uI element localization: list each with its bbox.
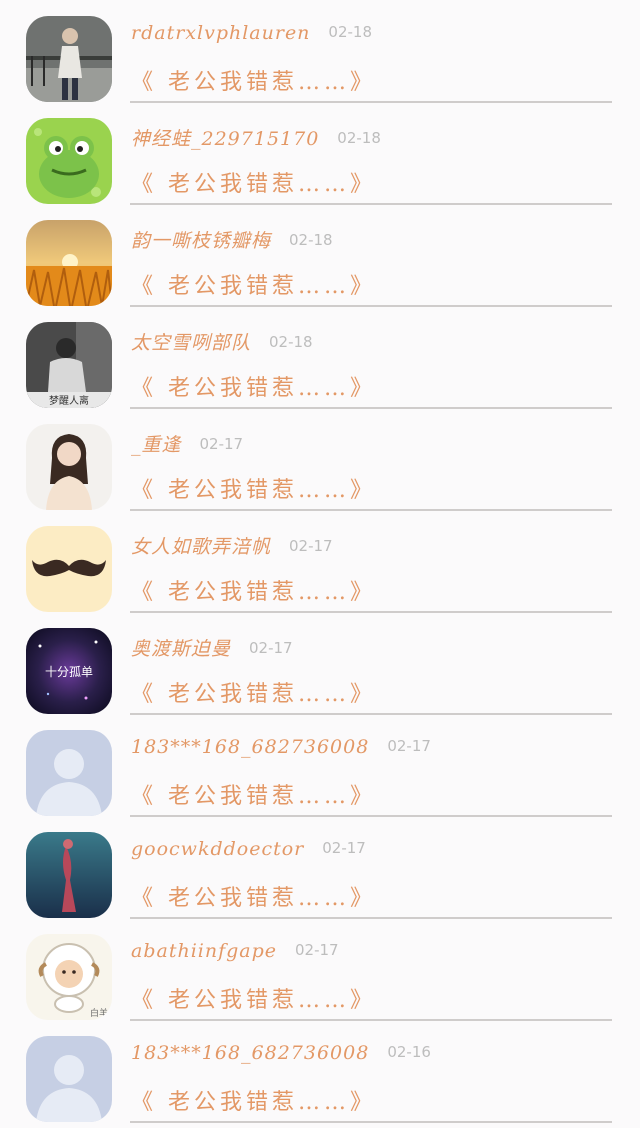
sender-name: 神经蛙_229715170 02-18 (131, 124, 381, 151)
avatar[interactable] (26, 832, 112, 918)
avatar[interactable] (26, 526, 112, 612)
mustache-icon (26, 526, 112, 612)
message-preview: 《 老公我错惹……》 (131, 376, 376, 401)
avatar[interactable] (26, 424, 112, 510)
list-item[interactable]: 女人如歌弄涪帆 02-17 《 老公我错惹……》 (0, 510, 640, 613)
sender-name-text: _重逢 (131, 434, 182, 456)
message-date: 02-16 (387, 1043, 431, 1061)
message-date: 02-17 (199, 435, 244, 453)
message-preview: 《 老公我错惹……》 (131, 988, 376, 1013)
list-item[interactable]: 183***168_682736008 02-16 《 老公我错惹……》 (0, 1020, 640, 1123)
sender-name: goocwkddoector 02-17 (131, 838, 366, 860)
sender-name: rdatrxlvphlauren 02-18 (131, 22, 372, 44)
girl-photo-icon (26, 424, 112, 510)
avatar-caption: 十分孤单 (45, 665, 93, 679)
message-date: 02-17 (387, 737, 431, 755)
sender-name: 183***168_682736008 02-17 (131, 736, 431, 758)
sender-name-text: 183***168_682736008 (131, 736, 370, 758)
galaxy-icon: 十分孤单 (26, 628, 112, 714)
list-item[interactable]: 183***168_682736008 02-17 《 老公我错惹……》 (0, 714, 640, 817)
sender-name: _重逢 02-17 (131, 430, 243, 457)
list-item[interactable]: 韵一嘶枝锈瓣梅 02-18 《 老公我错惹……》 (0, 204, 640, 307)
message-preview: 《 老公我错惹……》 (131, 784, 376, 809)
list-item[interactable]: rdatrxlvphlauren 02-18 《 老公我错惹……》 (0, 0, 640, 103)
message-preview: 《 老公我错惹……》 (131, 70, 376, 95)
message-preview: 《 老公我错惹……》 (131, 274, 376, 299)
avatar[interactable] (26, 730, 112, 816)
sender-name: 女人如歌弄涪帆 02-17 (131, 532, 333, 559)
message-date: 02-17 (289, 537, 333, 555)
message-preview: 《 老公我错惹……》 (131, 478, 376, 503)
avatar[interactable]: 十分孤单 (26, 628, 112, 714)
sender-name-text: 韵一嘶枝锈瓣梅 (131, 230, 272, 252)
message-preview: 《 老公我错惹……》 (131, 886, 376, 911)
avatar[interactable] (26, 118, 112, 204)
avatar[interactable]: 白羊 (26, 934, 112, 1020)
frog-icon (26, 118, 112, 204)
avatar-caption: 梦醒人离 (49, 394, 89, 407)
avatar-caption: 白羊 (90, 1007, 108, 1019)
message-date: 02-17 (322, 839, 366, 857)
sender-name-text: goocwkddoector (131, 838, 305, 860)
sender-name-text: abathiinfgape (131, 940, 278, 962)
list-item[interactable]: 梦醒人离 太空雪咧部队 02-18 《 老公我错惹……》 (0, 306, 640, 409)
sender-name-text: rdatrxlvphlauren (131, 22, 311, 44)
sender-name-text: 神经蛙_229715170 (131, 128, 320, 150)
message-date: 02-17 (249, 639, 293, 657)
avatar[interactable]: 梦醒人离 (26, 322, 112, 408)
message-preview: 《 老公我错惹……》 (131, 682, 376, 707)
default-user-icon (26, 730, 112, 816)
divider (130, 1121, 612, 1123)
sender-name: 183***168_682736008 02-16 (131, 1042, 431, 1064)
list-item[interactable]: 神经蛙_229715170 02-18 《 老公我错惹……》 (0, 102, 640, 205)
person-photo-icon (26, 16, 112, 102)
message-preview: 《 老公我错惹……》 (131, 580, 376, 605)
sunset-icon (26, 220, 112, 306)
avatar[interactable] (26, 220, 112, 306)
sender-name: 奥渡斯迫曼 02-17 (131, 634, 293, 661)
message-date: 02-18 (269, 333, 313, 351)
message-date: 02-18 (289, 231, 333, 249)
message-date: 02-18 (337, 129, 381, 147)
person-dark-icon: 梦醒人离 (26, 322, 112, 408)
sender-name: abathiinfgape 02-17 (131, 940, 339, 962)
list-item[interactable]: 白羊 abathiinfgape 02-17 《 老公我错惹……》 (0, 918, 640, 1021)
underwater-icon (26, 832, 112, 918)
list-item[interactable]: _重逢 02-17 《 老公我错惹……》 (0, 408, 640, 511)
message-preview: 《 老公我错惹……》 (131, 1090, 376, 1115)
avatar[interactable] (26, 1036, 112, 1122)
message-date: 02-17 (295, 941, 339, 959)
sender-name: 韵一嘶枝锈瓣梅 02-18 (131, 226, 333, 253)
sender-name: 太空雪咧部队 02-18 (131, 328, 313, 355)
message-list: rdatrxlvphlauren 02-18 《 老公我错惹……》 神经蛙_229… (0, 0, 640, 1128)
avatar[interactable] (26, 16, 112, 102)
sender-name-text: 奥渡斯迫曼 (131, 638, 232, 660)
message-date: 02-18 (328, 23, 373, 41)
default-user-icon (26, 1036, 112, 1122)
list-item[interactable]: 十分孤单 奥渡斯迫曼 02-17 《 老公我错惹……》 (0, 612, 640, 715)
message-preview: 《 老公我错惹……》 (131, 172, 376, 197)
sender-name-text: 太空雪咧部队 (131, 332, 252, 354)
list-item[interactable]: goocwkddoector 02-17 《 老公我错惹……》 (0, 816, 640, 919)
sender-name-text: 183***168_682736008 (131, 1042, 370, 1064)
sheep-icon: 白羊 (26, 934, 112, 1020)
sender-name-text: 女人如歌弄涪帆 (131, 536, 272, 558)
